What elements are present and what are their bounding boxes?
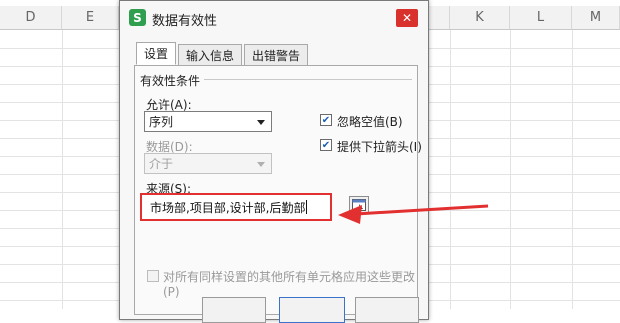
annotation-arrow xyxy=(338,204,489,224)
arrow-shaft xyxy=(355,204,489,216)
arrow-head xyxy=(338,205,362,224)
